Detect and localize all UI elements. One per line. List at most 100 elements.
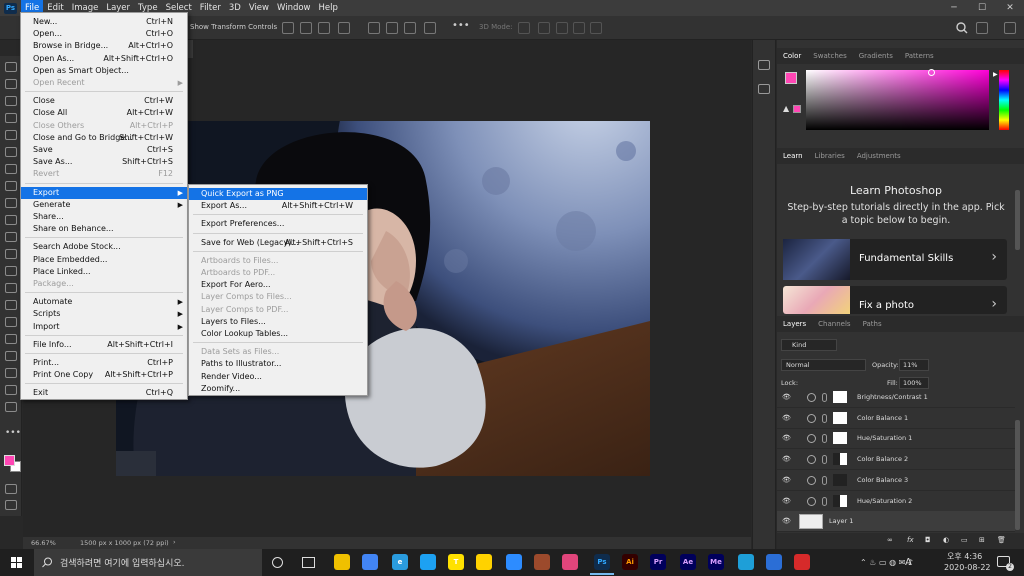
blend-mode-select[interactable]: Normal xyxy=(781,359,866,371)
history-icon[interactable] xyxy=(758,60,770,70)
gradient-tool-icon[interactable] xyxy=(5,266,17,276)
kakaotalk-taskbar-icon[interactable]: T xyxy=(448,554,464,570)
crop-tool-icon[interactable] xyxy=(5,130,17,140)
layer-thumbnail[interactable] xyxy=(799,514,823,530)
menu-item-scripts[interactable]: Scripts ▶ xyxy=(21,308,187,320)
eye-icon[interactable]: 👁 xyxy=(782,455,791,464)
app4-taskbar-icon[interactable] xyxy=(766,554,782,570)
menu-item-close-all[interactable]: Close All Alt+Ctrl+W xyxy=(21,107,187,119)
foreground-color-swatch[interactable] xyxy=(785,72,797,84)
chain-icon[interactable] xyxy=(822,413,827,423)
menu-item-automate[interactable]: Automate ▶ xyxy=(21,296,187,308)
marquee-tool-icon[interactable] xyxy=(5,79,17,89)
illustrator-taskbar-icon[interactable]: Ai xyxy=(622,554,638,570)
layer-mask-thumbnail[interactable] xyxy=(833,473,847,486)
type-tool-icon[interactable] xyxy=(5,334,17,344)
hue-slider-handle[interactable]: ▶ xyxy=(993,71,998,78)
menu-item-layer-comps-to-pdf[interactable]: Layer Comps to PDF... xyxy=(189,304,367,316)
distribute-icon[interactable] xyxy=(424,22,436,34)
zoom-tool-icon[interactable] xyxy=(5,402,17,412)
layer-row[interactable]: 👁 Layer 1 xyxy=(777,511,1015,533)
menu-item-print[interactable]: Print... Ctrl+P xyxy=(21,357,187,369)
menu-3d[interactable]: 3D xyxy=(225,0,245,16)
tab-channels[interactable]: Channels xyxy=(812,320,856,328)
menu-item-close-others[interactable]: Close Others Alt+Ctrl+P xyxy=(21,120,187,132)
sticky-notes-taskbar-icon[interactable] xyxy=(476,554,492,570)
color-field[interactable] xyxy=(806,70,989,130)
learn-scrollbar[interactable] xyxy=(1015,190,1020,250)
app-taskbar-icon[interactable] xyxy=(534,554,550,570)
lasso-tool-icon[interactable] xyxy=(5,96,17,106)
twitter-taskbar-icon[interactable] xyxy=(420,554,436,570)
menu-item-share-on-behance[interactable]: Share on Behance... xyxy=(21,223,187,235)
tutorial-card-fundamental[interactable]: Fundamental Skills › xyxy=(783,239,1007,280)
menu-item-import[interactable]: Import ▶ xyxy=(21,321,187,333)
menu-item-data-sets-as-files[interactable]: Data Sets as Files... xyxy=(189,346,367,358)
edit-toolbar-icon[interactable]: ••• xyxy=(5,428,21,438)
chrome-taskbar-icon[interactable] xyxy=(362,554,378,570)
tab-layers[interactable]: Layers xyxy=(777,320,812,328)
align-right-icon[interactable] xyxy=(318,22,330,34)
layer-mask-thumbnail[interactable] xyxy=(833,411,847,424)
3d-rotate-icon[interactable] xyxy=(518,22,530,34)
layer-row[interactable]: 👁 Hue/Saturation 2 xyxy=(777,491,1015,512)
app3-taskbar-icon[interactable] xyxy=(738,554,754,570)
menu-item-quick-export-as-png[interactable]: Quick Export as PNG xyxy=(189,188,367,200)
clock-time[interactable]: 오후 4:36 xyxy=(947,551,982,562)
align-left-icon[interactable] xyxy=(282,22,294,34)
menu-item-close[interactable]: Close Ctrl+W xyxy=(21,95,187,107)
eye-icon[interactable]: 👁 xyxy=(782,414,791,423)
color-picker-cursor[interactable] xyxy=(928,69,935,76)
menu-item-export-for-aero[interactable]: Export For Aero... xyxy=(189,279,367,291)
object-select-tool-icon[interactable] xyxy=(5,113,17,123)
history-brush-tool-icon[interactable] xyxy=(5,232,17,242)
layer-row[interactable]: 👁 Color Balance 1 xyxy=(777,408,1015,429)
layer-mask-thumbnail[interactable] xyxy=(833,432,847,445)
3d-scale-icon[interactable] xyxy=(590,22,602,34)
app2-taskbar-icon[interactable] xyxy=(562,554,578,570)
menu-item-export-preferences[interactable]: Export Preferences... xyxy=(189,218,367,230)
align-bottom-icon[interactable] xyxy=(404,22,416,34)
tab-adjustments[interactable]: Adjustments xyxy=(851,152,907,160)
menu-item-open-as-smart-object[interactable]: Open as Smart Object... xyxy=(21,65,187,77)
menu-item-open-as[interactable]: Open As... Alt+Shift+Ctrl+O xyxy=(21,53,187,65)
menu-item-export-as[interactable]: Export As... Alt+Shift+Ctrl+W xyxy=(189,200,367,212)
menu-item-close-and-go-to-bridge[interactable]: Close and Go to Bridge... Shift+Ctrl+W xyxy=(21,132,187,144)
cortana-icon[interactable] xyxy=(272,557,283,568)
menu-item-share[interactable]: Share... xyxy=(21,211,187,223)
menu-item-package[interactable]: Package... xyxy=(21,278,187,290)
file-explorer-taskbar-icon[interactable] xyxy=(334,554,350,570)
gamut-swatch[interactable] xyxy=(793,105,801,113)
menu-item-save-as[interactable]: Save As... Shift+Ctrl+S xyxy=(21,156,187,168)
tab-learn[interactable]: Learn xyxy=(777,152,809,160)
eyedropper-tool-icon[interactable] xyxy=(5,164,17,174)
group-icon[interactable]: ▭ xyxy=(961,536,968,544)
adjustment-layer-icon[interactable]: ◐ xyxy=(943,536,949,544)
menu-view[interactable]: View xyxy=(245,0,273,16)
dodge-tool-icon[interactable] xyxy=(5,300,17,310)
photoshop-taskbar-icon[interactable]: Ps xyxy=(594,554,610,570)
hue-slider[interactable] xyxy=(999,70,1009,130)
filter-kind-select[interactable]: Kind xyxy=(781,339,837,351)
menu-item-print-one-copy[interactable]: Print One Copy Alt+Shift+Ctrl+P xyxy=(21,369,187,381)
after-effects-taskbar-icon[interactable]: Ae xyxy=(680,554,696,570)
close-icon[interactable]: ✕ xyxy=(996,0,1024,16)
menu-item-artboards-to-files[interactable]: Artboards to Files... xyxy=(189,255,367,267)
chain-icon[interactable] xyxy=(822,455,827,465)
maximize-icon[interactable]: ☐ xyxy=(968,0,996,16)
align-top-icon[interactable] xyxy=(368,22,380,34)
menu-filter[interactable]: Filter xyxy=(196,0,225,16)
stamp-tool-icon[interactable] xyxy=(5,215,17,225)
align-distribute-icon[interactable] xyxy=(338,22,350,34)
search-icon[interactable] xyxy=(956,22,968,34)
delete-layer-icon[interactable]: 🗑 xyxy=(997,536,1006,544)
menu-window[interactable]: Window xyxy=(273,0,315,16)
clock-date[interactable]: 2020-08-22 xyxy=(944,563,991,572)
tab-gradients[interactable]: Gradients xyxy=(853,52,899,60)
layer-mask-thumbnail[interactable] xyxy=(833,391,847,403)
menu-item-layers-to-files[interactable]: Layers to Files... xyxy=(189,316,367,328)
menu-item-generate[interactable]: Generate ▶ xyxy=(21,199,187,211)
tab-swatches[interactable]: Swatches xyxy=(807,52,852,60)
fx-icon[interactable]: fx xyxy=(907,536,914,544)
menu-item-place-embedded[interactable]: Place Embedded... xyxy=(21,254,187,266)
